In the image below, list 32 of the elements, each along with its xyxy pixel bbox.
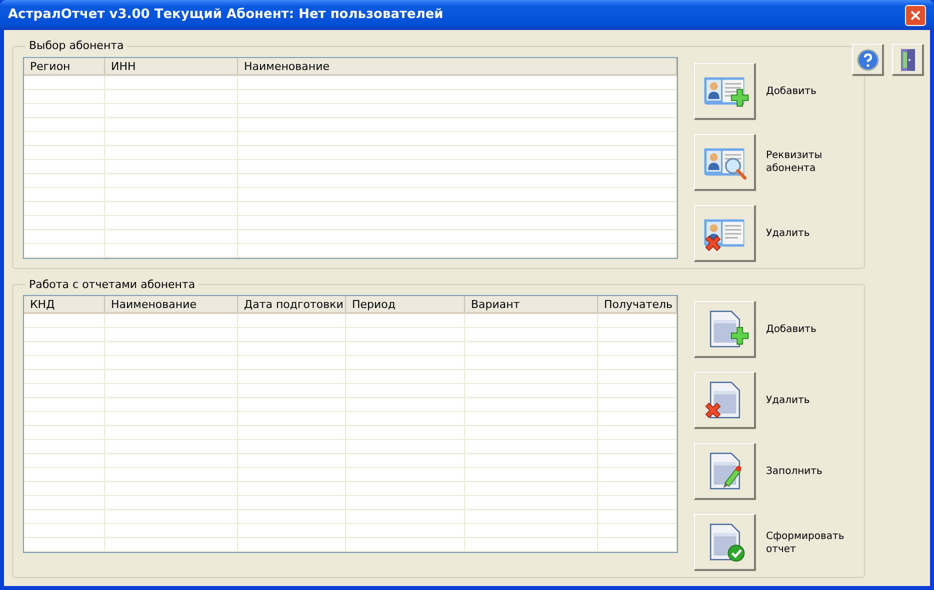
column-header[interactable]: Период [346,296,465,312]
group-title: Выбор абонента [28,38,125,54]
exit-button[interactable] [892,44,924,76]
generate-button[interactable] [694,514,756,571]
button-label: Удалить [766,226,811,240]
button-label: Добавить [766,323,818,336]
add-button[interactable] [694,62,756,120]
button-label: Заполнить [766,465,824,478]
column-header[interactable]: Наименование [238,58,677,74]
column-header[interactable]: Получатель [598,296,677,312]
help-icon [856,48,878,70]
window-title: АстралОтчет v3.00 Текущий Абонент: Нет пользователей [8,6,444,24]
details-button[interactable] [694,134,756,190]
button-label: Реквизиты абонента [766,149,824,175]
delete-button[interactable] [694,204,756,262]
column-header[interactable]: ИНН [105,58,238,74]
close-button[interactable] [905,4,926,26]
column-header[interactable]: Вариант [465,296,598,312]
column-header[interactable]: Регион [24,58,105,74]
fill-button[interactable] [694,443,756,500]
close-icon [910,10,921,20]
column-header[interactable]: Дата подготовки [238,296,346,312]
add-button[interactable] [694,301,756,358]
group-title: Работа с отчетами абонента [28,276,196,292]
column-header[interactable]: Наименование [105,296,238,312]
help-button[interactable] [852,44,884,76]
door-icon [898,48,916,72]
button-label: Добавить [766,84,818,98]
button-label: Удалить [766,394,811,407]
button-label: Сформировать отчет [766,530,846,556]
column-header[interactable]: КНД [24,296,105,312]
delete-button[interactable] [694,372,756,429]
